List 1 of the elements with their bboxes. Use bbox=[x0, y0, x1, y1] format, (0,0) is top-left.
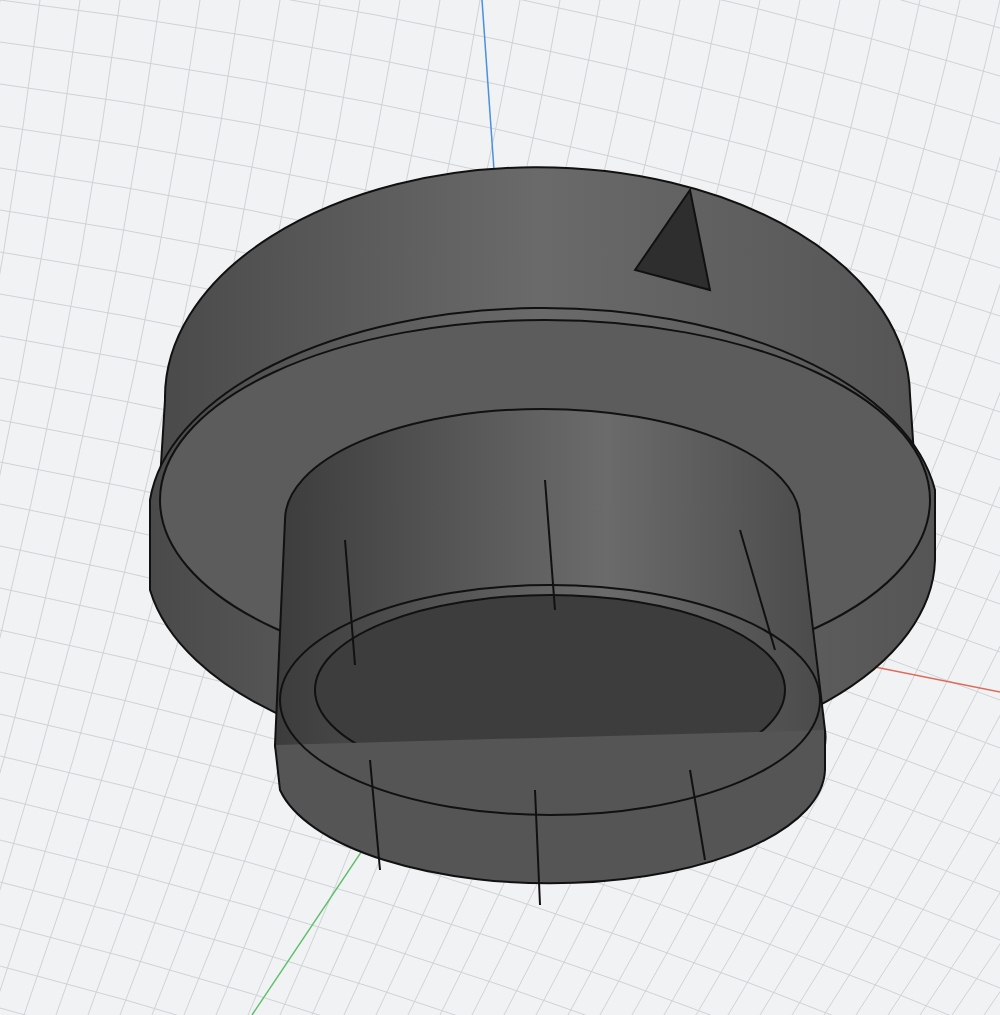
part-drawing[interactable] bbox=[149, 166, 936, 906]
